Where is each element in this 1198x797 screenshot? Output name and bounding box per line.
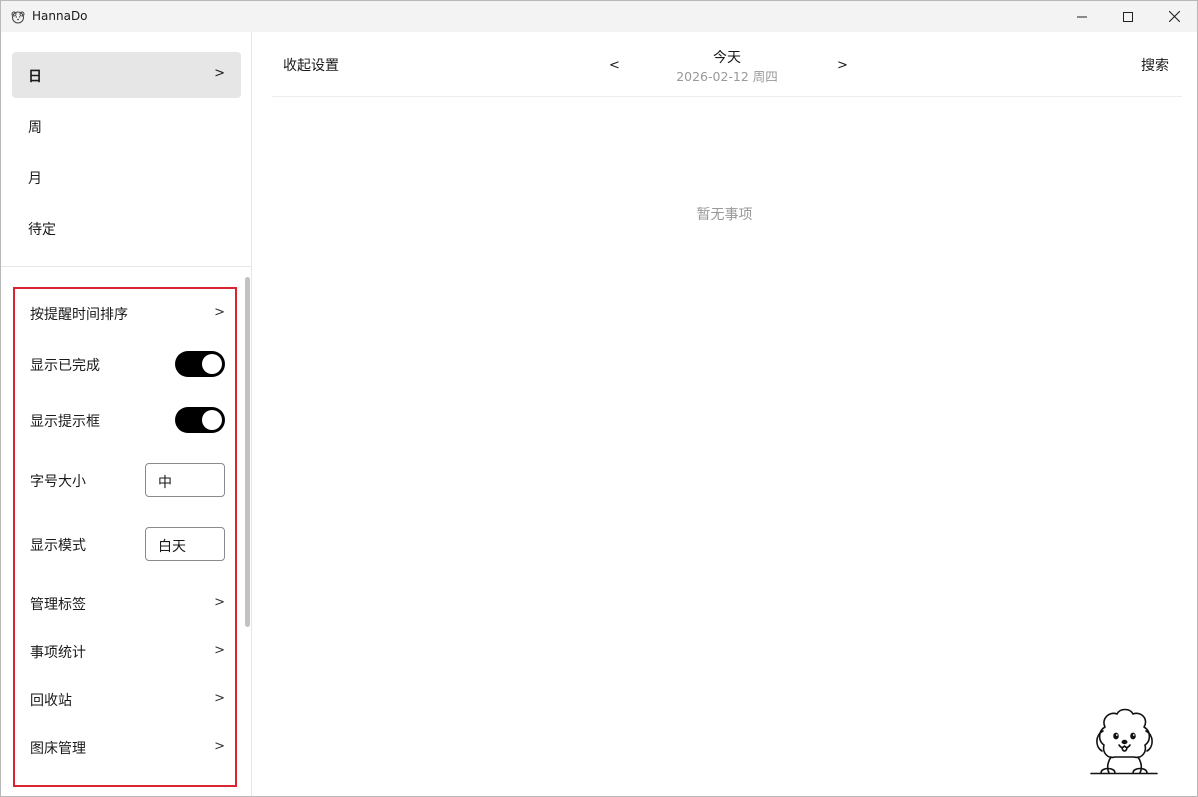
minimize-button[interactable] [1059,1,1105,32]
setting-label: 按提醒时间排序 [30,307,128,323]
manage-tags-item[interactable]: 管理标签 > [30,594,225,614]
setting-label: 字号大小 [30,474,86,490]
recycle-bin-item[interactable]: 回收站 > [30,690,225,710]
settings-panel: 按提醒时间排序 > 显示已完成 显示提示框 字号大小 中 显示模式 白天 管理标… [13,287,237,787]
sidebar-divider [1,266,251,267]
show-completed-row: 显示已完成 [30,351,225,377]
header-divider [272,96,1182,97]
chevron-right-icon: > [214,739,225,754]
toggle-knob [202,354,222,374]
nav-item-month[interactable]: 月 [12,154,241,200]
chevron-right-icon: > [214,595,225,610]
nav-item-day[interactable]: 日 > [12,52,241,98]
show-tips-toggle[interactable] [175,407,225,433]
setting-label: 管理标签 [30,597,86,613]
window-title: HannaDo [32,9,88,23]
show-tips-row: 显示提示框 [30,407,225,433]
nav-item-label: 月 [28,171,42,187]
chevron-right-icon: > [214,691,225,706]
prev-day-button[interactable]: < [609,58,620,73]
nav-item-label: 待定 [28,222,56,238]
show-completed-toggle[interactable] [175,351,225,377]
display-mode-row: 显示模式 白天 [30,527,225,561]
chevron-right-icon: > [214,643,225,658]
nav-item-week[interactable]: 周 [12,103,241,149]
setting-label: 回收站 [30,693,72,709]
maximize-icon [1123,11,1133,22]
nav-item-label: 日 [28,69,42,85]
search-button[interactable]: 搜索 [1141,55,1169,75]
empty-state-text: 暂无事项 [696,207,753,223]
display-mode-select[interactable]: 白天 [145,527,225,561]
main-content: 收起设置 < 今天 2026-02-12 周四 > 搜索 暂无事项 [252,32,1197,796]
toggle-knob [202,410,222,430]
date-title: 今天 [713,50,741,66]
app-logo-icon [11,11,25,24]
sidebar-scrollbar[interactable] [245,277,250,627]
date-subtitle: 2026-02-12 周四 [676,69,778,84]
image-host-item[interactable]: 图床管理 > [30,738,225,758]
app-window: HannaDo 日 > 周 月 待定 按提醒时间排序 > 显示已完成 显示提示框… [0,0,1198,797]
font-size-row: 字号大小 中 [30,463,225,497]
dog-mascot-icon [1090,708,1158,775]
maximize-button[interactable] [1105,1,1151,32]
nav-item-pending[interactable]: 待定 [12,205,241,251]
sidebar: 日 > 周 月 待定 按提醒时间排序 > 显示已完成 显示提示框 字号大小 中 … [1,32,252,796]
item-stats-item[interactable]: 事项统计 > [30,642,225,662]
next-day-button[interactable]: > [837,58,848,73]
nav-item-label: 周 [28,120,42,136]
setting-label: 事项统计 [30,645,86,661]
font-size-select[interactable]: 中 [145,463,225,497]
select-value: 中 [158,475,172,491]
setting-label: 显示提示框 [30,414,100,430]
setting-label: 显示已完成 [30,358,100,374]
close-button[interactable] [1151,1,1197,32]
select-value: 白天 [158,539,186,555]
chevron-right-icon: > [214,66,225,81]
sort-by-reminder-item[interactable]: 按提醒时间排序 > [30,304,225,324]
setting-label: 图床管理 [30,741,86,757]
chevron-right-icon: > [214,305,225,320]
close-icon [1168,11,1180,22]
collapse-settings-button[interactable]: 收起设置 [283,55,339,75]
minimize-icon [1077,16,1087,17]
setting-label: 显示模式 [30,538,86,554]
title-bar[interactable]: HannaDo [1,1,1197,32]
